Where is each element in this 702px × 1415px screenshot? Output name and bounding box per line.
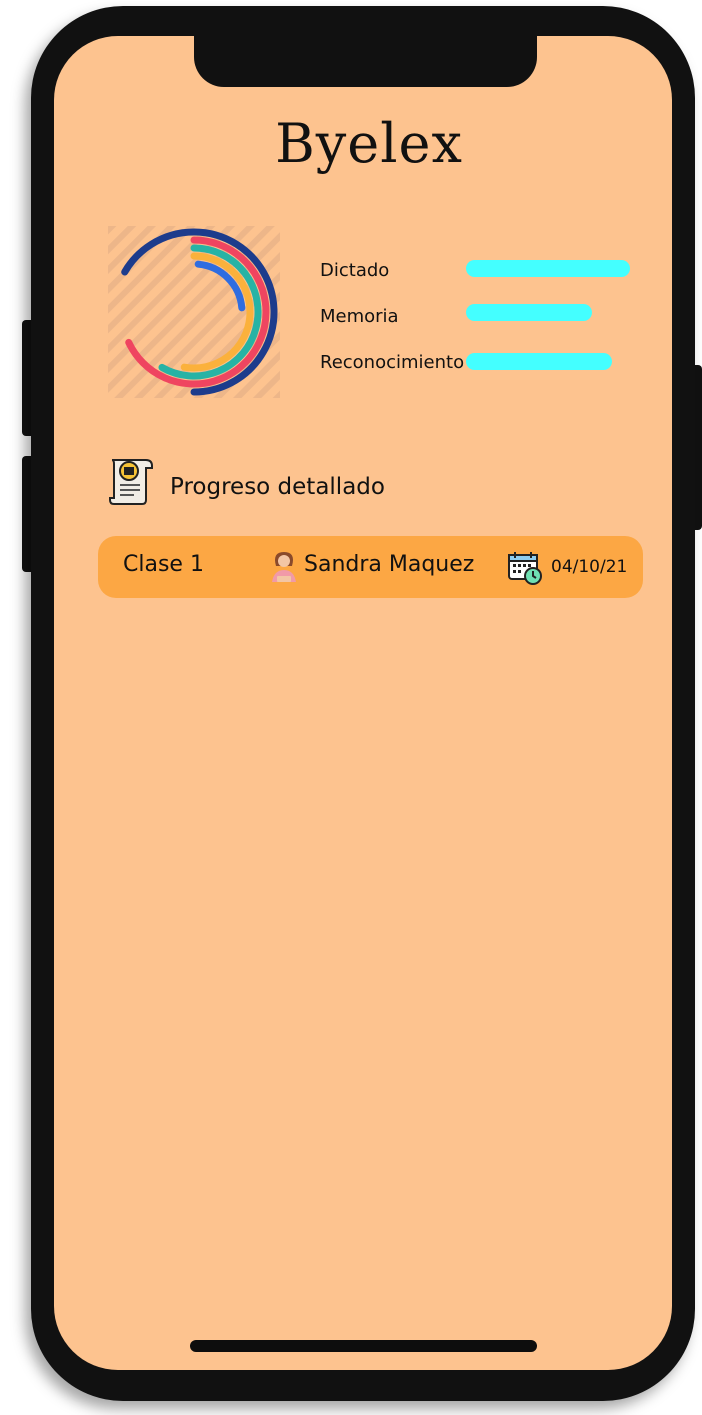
- skill-bar-dictado: [466, 260, 630, 277]
- skill-label-memoria: Memoria: [320, 306, 399, 327]
- certificate-icon: [109, 459, 153, 505]
- section-title: Progreso detallado: [170, 474, 385, 500]
- class-date: 04/10/21: [551, 557, 628, 577]
- teacher-avatar-icon: [272, 552, 296, 582]
- class-row[interactable]: Clase 1 Sandra Maquez 04/10/21: [98, 536, 643, 598]
- skill-bar-memoria: [466, 304, 592, 321]
- skill-label-dictado: Dictado: [320, 260, 390, 281]
- home-indicator[interactable]: [190, 1340, 537, 1352]
- skills-ring-chart: [108, 226, 280, 398]
- phone-frame: Byelex Dictado Memoria Reconocimiento Pr…: [31, 6, 695, 1401]
- calendar-clock-icon: [508, 552, 542, 585]
- ring-chart-background: [108, 226, 280, 398]
- skill-bar-reconocimiento: [466, 353, 612, 370]
- app-screen: Byelex Dictado Memoria Reconocimiento Pr…: [54, 36, 672, 1370]
- notch: [194, 36, 537, 87]
- skill-label-reconocimiento: Reconocimiento: [320, 352, 465, 373]
- app-title: Byelex: [275, 112, 463, 175]
- teacher-name: Sandra Maquez: [304, 552, 475, 577]
- class-name: Clase 1: [123, 552, 204, 577]
